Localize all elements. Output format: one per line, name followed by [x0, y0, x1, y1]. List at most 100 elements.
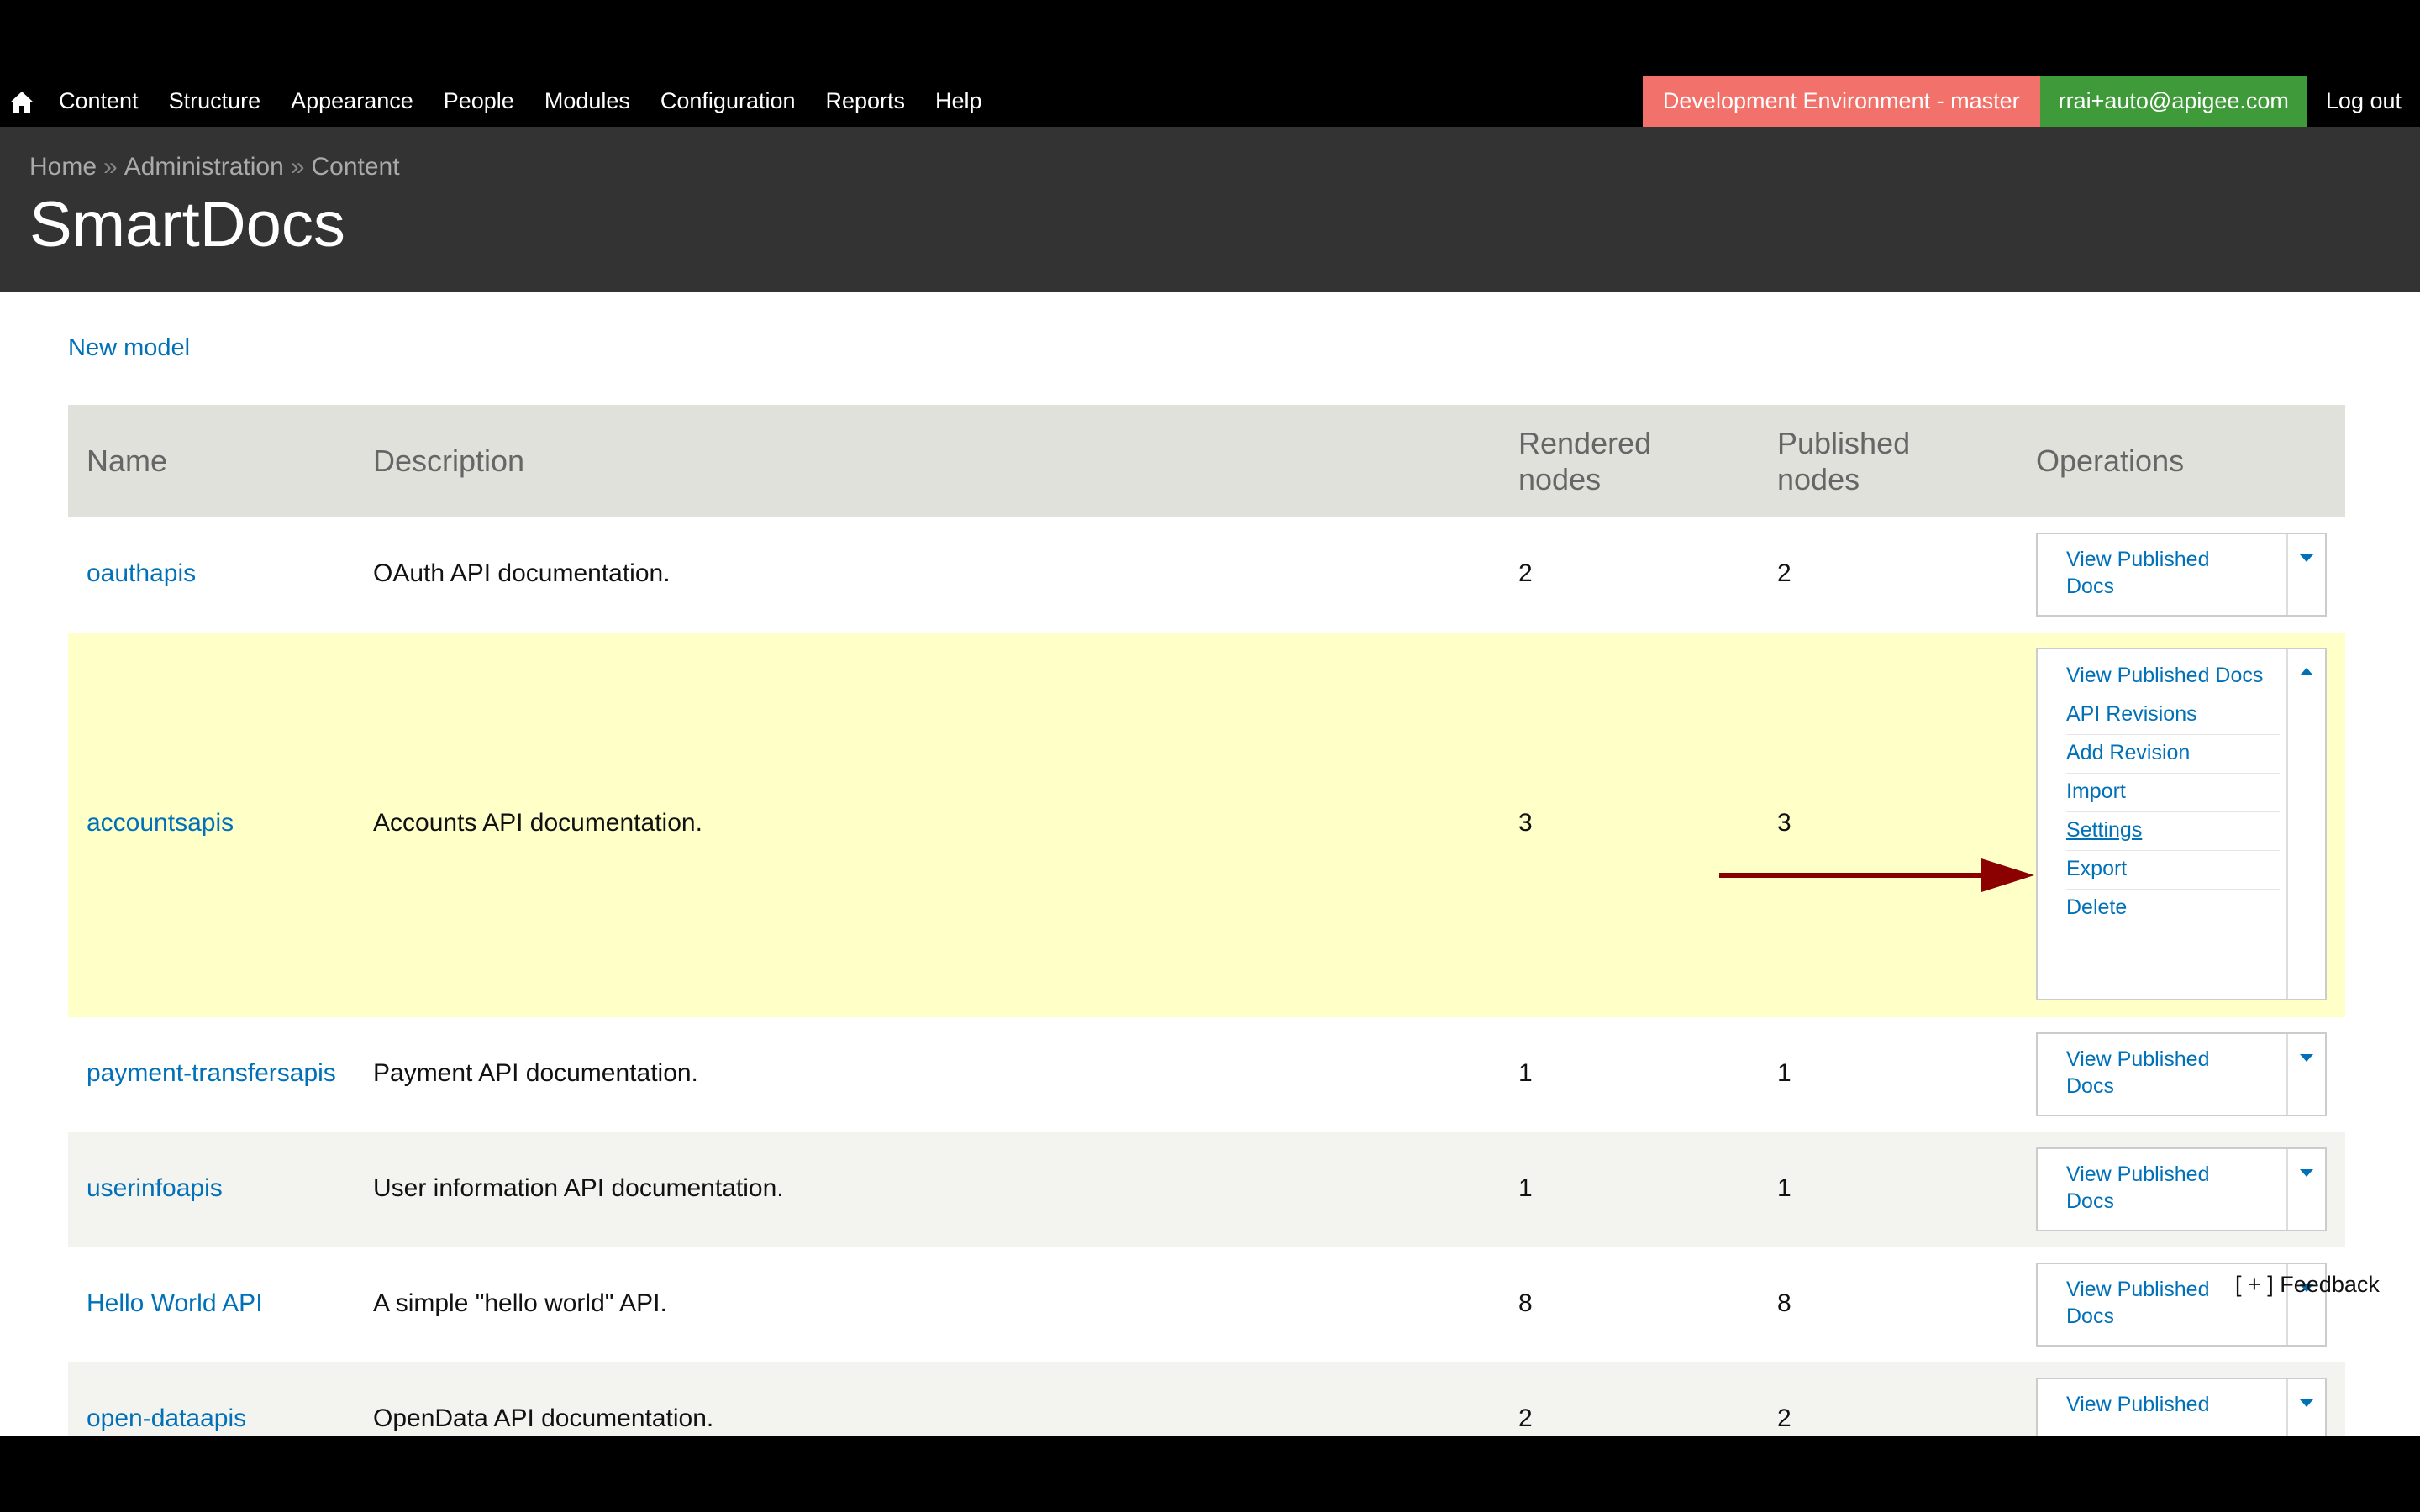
breadcrumb-administration[interactable]: Administration — [124, 153, 284, 181]
table-row: Hello World API A simple "hello world" A… — [68, 1247, 2345, 1362]
environment-badge[interactable]: Development Environment - master — [1642, 76, 2040, 127]
model-description: A simple "hello world" API. — [373, 1289, 667, 1317]
button-label-line1: View Published — [2066, 548, 2210, 571]
page-header: Home» Administration» Content SmartDocs — [0, 128, 2420, 292]
model-name-link[interactable]: oauthapis — [87, 559, 196, 588]
menu-modules[interactable]: Modules — [529, 76, 645, 127]
model-name-link[interactable]: accountsapis — [87, 809, 234, 837]
rendered-count: 8 — [1518, 1289, 1533, 1317]
button-label-line1: View Published — [2066, 1163, 2210, 1186]
button-label-line2: Docs — [2066, 1189, 2114, 1213]
menu-item-import[interactable]: Import — [2066, 774, 2280, 812]
annotation-arrow — [1719, 858, 2034, 892]
column-header-operations: Operations — [2036, 444, 2185, 478]
operations-toggle[interactable] — [2286, 1034, 2325, 1115]
operations-dropbutton: View Published — [2036, 1378, 2327, 1436]
model-description: User information API documentation. — [373, 1174, 784, 1202]
browser-viewport: Content Structure Appearance People Modu… — [0, 76, 2420, 1436]
menu-item-api-revisions[interactable]: API Revisions — [2066, 696, 2280, 735]
table-row: payment-transfersapis Payment API docume… — [68, 1017, 2345, 1132]
breadcrumb-separator: » — [103, 153, 118, 181]
menu-item-add-revision[interactable]: Add Revision — [2066, 735, 2280, 774]
model-name-link[interactable]: Hello World API — [87, 1289, 263, 1318]
breadcrumb-home[interactable]: Home — [29, 153, 97, 181]
button-label-line2: Docs — [2066, 575, 2114, 598]
operations-toggle[interactable] — [2286, 1379, 2325, 1436]
published-count: 3 — [1777, 809, 1791, 837]
model-description: Payment API documentation. — [373, 1059, 698, 1087]
published-count: 2 — [1777, 559, 1791, 587]
column-header-rendered-line1: Rendered — [1518, 426, 1652, 460]
button-label-line2: Docs — [2066, 1305, 2114, 1328]
view-published-docs-button[interactable]: View Published Docs — [2066, 1276, 2251, 1330]
chevron-down-icon — [2300, 554, 2313, 562]
home-button[interactable] — [0, 76, 44, 127]
view-published-docs-button[interactable]: View Published — [2066, 1391, 2251, 1418]
button-label-line1: View Published — [2066, 1278, 2210, 1301]
admin-toolbar: Content Structure Appearance People Modu… — [0, 76, 2420, 128]
operations-toggle[interactable] — [2286, 1149, 2325, 1230]
chevron-down-icon — [2300, 1054, 2313, 1062]
menu-content[interactable]: Content — [44, 76, 154, 127]
menu-item-view-published-docs[interactable]: View Published Docs — [2066, 658, 2280, 696]
column-header-published-line2: nodes — [1777, 462, 1860, 496]
menu-item-settings[interactable]: Settings — [2066, 812, 2280, 851]
model-description: Accounts API documentation. — [373, 809, 702, 837]
operations-dropbutton-open: View Published Docs API Revisions Add Re… — [2036, 648, 2327, 1000]
menu-structure[interactable]: Structure — [154, 76, 276, 127]
column-header-rendered-line2: nodes — [1518, 462, 1602, 496]
logout-link[interactable]: Log out — [2307, 76, 2420, 127]
button-label-line1: View Published — [2066, 1047, 2210, 1071]
model-description: OpenData API documentation. — [373, 1404, 714, 1432]
published-count: 1 — [1777, 1174, 1791, 1202]
models-table: Name Description Rendered nodes Publishe… — [68, 405, 2345, 1436]
home-icon — [10, 91, 34, 113]
operations-toggle[interactable] — [2286, 534, 2325, 615]
rendered-count: 2 — [1518, 1404, 1533, 1432]
view-published-docs-button[interactable]: View Published Docs — [2066, 1161, 2251, 1215]
button-label-line2: Docs — [2066, 1074, 2114, 1098]
model-name-link[interactable]: userinfoapis — [87, 1174, 223, 1203]
menu-people[interactable]: People — [429, 76, 529, 127]
rendered-count: 1 — [1518, 1174, 1533, 1202]
model-name-link[interactable]: payment-transfersapis — [87, 1059, 336, 1088]
column-header-name[interactable]: Name — [87, 443, 167, 479]
operations-dropbutton: View Published Docs — [2036, 1032, 2327, 1116]
rendered-count: 1 — [1518, 1059, 1533, 1087]
column-header-published-line1: Published — [1777, 426, 1911, 460]
column-header-rendered[interactable]: Rendered nodes — [1518, 425, 1651, 497]
user-account-link[interactable]: rrai+auto@apigee.com — [2039, 76, 2307, 127]
model-description: OAuth API documentation. — [373, 559, 671, 587]
view-published-docs-button[interactable]: View Published Docs — [2066, 1046, 2251, 1100]
breadcrumb: Home» Administration» Content — [29, 153, 400, 181]
view-published-docs-button[interactable]: View Published Docs — [2066, 546, 2251, 600]
chevron-up-icon — [2300, 668, 2313, 675]
published-count: 2 — [1777, 1404, 1791, 1432]
menu-appearance[interactable]: Appearance — [276, 76, 429, 127]
rendered-count: 2 — [1518, 559, 1533, 587]
feedback-link[interactable]: [ + ] Feedback — [2235, 1272, 2380, 1298]
table-header: Name Description Rendered nodes Publishe… — [68, 405, 2345, 517]
menu-reports[interactable]: Reports — [811, 76, 921, 127]
model-name-link[interactable]: open-dataapis — [87, 1404, 246, 1433]
menu-help[interactable]: Help — [920, 76, 997, 127]
menu-configuration[interactable]: Configuration — [645, 76, 811, 127]
column-header-description[interactable]: Description — [373, 443, 524, 479]
table-row: accountsapis Accounts API documentation.… — [68, 633, 2345, 1017]
chevron-down-icon — [2300, 1399, 2313, 1407]
published-count: 1 — [1777, 1059, 1791, 1087]
menu-item-export[interactable]: Export — [2066, 851, 2280, 890]
published-count: 8 — [1777, 1289, 1791, 1317]
table-row: oauthapis OAuth API documentation. 2 2 V… — [68, 517, 2345, 633]
menu-item-delete[interactable]: Delete — [2066, 890, 2280, 927]
operations-toggle[interactable] — [2286, 649, 2325, 999]
table-row: open-dataapis OpenData API documentation… — [68, 1362, 2345, 1436]
breadcrumb-content[interactable]: Content — [311, 153, 399, 181]
toolbar-menu: Content Structure Appearance People Modu… — [44, 76, 997, 127]
new-model-link[interactable]: New model — [68, 334, 190, 362]
rendered-count: 3 — [1518, 809, 1533, 837]
operations-dropbutton: View Published Docs — [2036, 1147, 2327, 1231]
table-row: userinfoapis User information API docume… — [68, 1132, 2345, 1247]
column-header-published[interactable]: Published nodes — [1777, 425, 1910, 497]
